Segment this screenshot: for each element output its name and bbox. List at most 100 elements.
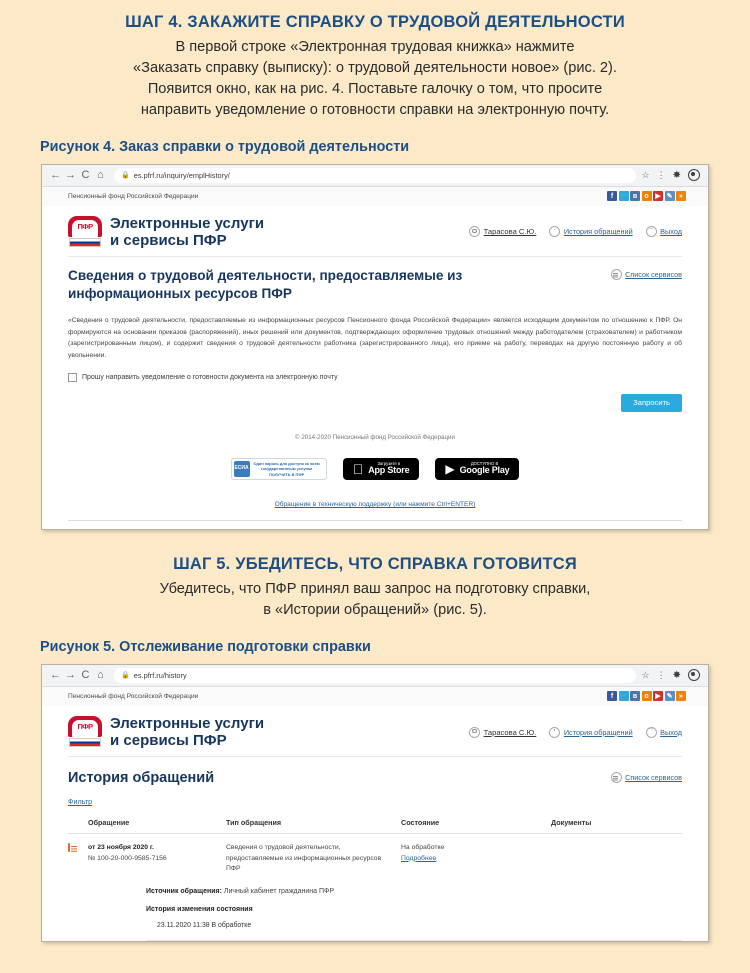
rss-icon[interactable]: » [676, 691, 686, 702]
row-details-link[interactable]: Подробнее [401, 854, 436, 865]
clock-icon [549, 226, 561, 238]
history-link[interactable]: История обращений [549, 226, 633, 238]
back-icon[interactable]: ← [48, 669, 63, 681]
home-icon[interactable]: ⌂ [93, 169, 108, 181]
youtube-icon[interactable]: ▶ [653, 191, 663, 202]
menu-icon [610, 772, 622, 784]
brand-title-line-1: Электронные услуги [110, 214, 265, 232]
bookmark-star-icon[interactable]: ☆ [642, 670, 650, 681]
table-header-documents: Документы [551, 818, 682, 835]
services-list-label: Список сервисов [625, 270, 682, 280]
google-play-badge[interactable]: ▶ ДОСТУПНО В Google Play [435, 457, 520, 481]
logout-link[interactable]: Выход [645, 225, 682, 238]
services-list-link[interactable]: Список сервисов [610, 267, 682, 281]
rss-icon[interactable]: » [676, 191, 686, 202]
address-bar-url: es.pfrf.ru/inquiry/emplHistory/ [133, 170, 230, 180]
logout-link-label: Выход [660, 227, 682, 237]
table-header-obrashenie: Обращение [88, 818, 226, 835]
step-5-line-1: Убедитесь, что ПФР принял ваш запрос на … [159, 580, 591, 597]
vk-icon[interactable]: в [630, 191, 640, 202]
profile-avatar-icon[interactable] [688, 169, 700, 182]
history-link-label: История обращений [563, 727, 633, 737]
table-header-row: Обращение Тип обращения Состояние Докуме… [68, 818, 682, 835]
support-link[interactable]: Обращение в техническую поддержку (или н… [275, 501, 476, 508]
support-row: Обращение в техническую поддержку (или н… [68, 480, 682, 520]
footer-rule [68, 520, 682, 522]
detail-history-heading: История изменения состояния [146, 905, 253, 913]
back-icon[interactable]: ← [48, 169, 63, 181]
logout-link[interactable]: Выход [645, 725, 682, 738]
brand-block-2: Электронные услуги и сервисы ПФР [68, 715, 264, 750]
twitter-icon[interactable]: 🐦 [618, 691, 629, 702]
livejournal-icon[interactable]: ✎ [664, 191, 675, 202]
user-links: Тарасова С.Ю. История обращений Выход [469, 225, 682, 238]
vk-icon[interactable]: в [630, 691, 640, 702]
chrome-toolbar-actions: ☆ ⋮ ✸ [642, 169, 702, 182]
app-store-badge[interactable]:  Загрузите в App Store [342, 457, 420, 481]
exit-icon [645, 725, 657, 738]
filter-link[interactable]: Фильтр [68, 797, 92, 806]
forward-icon[interactable]: → [63, 669, 78, 681]
email-notification-label: Прошу направить уведомление о готовности… [82, 374, 338, 382]
figure-4-caption: Рисунок 4. Заказ справки о трудовой деят… [40, 138, 410, 155]
row-document-icon-cell [68, 834, 88, 875]
email-notification-checkbox[interactable] [68, 373, 77, 383]
address-bar[interactable]: 🔒 es.pfrf.ru/inquiry/emplHistory/ [114, 167, 636, 183]
browser-chrome-toolbar-2: ← → C ⌂ 🔒 es.pfrf.ru/history ☆ ⋮ ✸ [42, 664, 708, 687]
user-links-2: Тарасова С.Ю. История обращений Выход [469, 725, 682, 738]
pfr-logo-icon [68, 716, 102, 748]
profile-avatar-icon[interactable] [688, 669, 700, 682]
extensions-icon[interactable]: ✸ [673, 170, 681, 181]
table-header-state: Состояние [401, 818, 551, 835]
esia-line-2: государственным услугам [261, 466, 313, 472]
user-account-link[interactable]: Тарасова С.Ю. [469, 226, 536, 238]
livejournal-icon[interactable]: ✎ [664, 691, 675, 702]
table-header-icon-col [68, 818, 88, 835]
services-list-link-2[interactable]: Список сервисов [610, 770, 682, 784]
site-topbar-label-2: Пенсионный фонд Российской Федерации [68, 692, 199, 700]
user-account-link[interactable]: Тарасова С.Ю. [469, 726, 536, 738]
figure-5-browser-window: ← → C ⌂ 🔒 es.pfrf.ru/history ☆ ⋮ ✸ Пенси… [41, 663, 709, 942]
bookmark-star-icon[interactable]: ☆ [642, 170, 650, 181]
russian-flag-icon [69, 237, 101, 247]
facebook-icon[interactable]: f [607, 191, 617, 202]
notification-dot-icon: ⋮ [656, 169, 666, 180]
page-root: ШАГ 4. ЗАКАЖИТЕ СПРАВКУ О ТРУДОВОЙ ДЕЯТЕ… [0, 0, 750, 973]
address-bar-2[interactable]: 🔒 es.pfrf.ru/history [114, 667, 636, 683]
facebook-icon[interactable]: f [607, 691, 617, 702]
row-state-cell: На обработке Подробнее [401, 834, 551, 875]
table-row[interactable]: от 23 ноября 2020 г. № 100-20-000-9585-7… [68, 834, 682, 875]
history-title-row: История обращений Фильтр Список сервисов [68, 757, 682, 809]
table-header-type: Тип обращения [226, 818, 401, 835]
person-icon [469, 226, 481, 238]
twitter-icon[interactable]: 🐦 [618, 191, 629, 202]
lock-icon: 🔒 [121, 172, 130, 180]
step-4-line-4: направить уведомление о готовности справ… [140, 101, 610, 118]
esia-badge[interactable]: ЕСИА Один пароль для доступа ко всем гос… [230, 457, 327, 480]
google-play-icon: ▶ [440, 461, 454, 476]
home-icon[interactable]: ⌂ [93, 669, 108, 681]
odnoklassniki-icon[interactable]: o [641, 691, 652, 702]
brand-title-line-2: и сервисы ПФР [110, 732, 227, 750]
step-5-title: ШАГ 5. УБЕДИТЕСЬ, ЧТО СПРАВКА ГОТОВИТСЯ [173, 555, 577, 574]
address-bar-url-2: es.pfrf.ru/history [133, 670, 187, 680]
extensions-icon[interactable]: ✸ [673, 670, 681, 681]
email-notification-checkbox-row[interactable]: Прошу направить уведомление о готовности… [68, 373, 682, 383]
notification-dot-icon: ⋮ [656, 669, 666, 680]
menu-icon [610, 269, 622, 281]
site-footer: © 2014-2020 Пенсионный фонд Российской Ф… [68, 412, 682, 522]
logout-link-label: Выход [660, 727, 682, 737]
history-link[interactable]: История обращений [549, 726, 633, 738]
youtube-icon[interactable]: ▶ [653, 691, 663, 702]
forward-icon[interactable]: → [63, 169, 78, 181]
row-date: от 23 ноября 2020 г. [88, 844, 154, 852]
odnoklassniki-icon[interactable]: o [641, 191, 652, 202]
submit-row: Запросить [68, 394, 682, 412]
request-button[interactable]: Запросить [621, 394, 682, 412]
reload-icon[interactable]: C [78, 669, 93, 681]
esia-badge-text: Один пароль для доступа ко всем государс… [254, 461, 320, 477]
apple-icon:  [353, 462, 364, 476]
brand-title-2: Электронные услуги и сервисы ПФР [110, 715, 264, 750]
reload-icon[interactable]: C [78, 169, 93, 181]
row-obrashenie-cell: от 23 ноября 2020 г. № 100-20-000-9585-7… [88, 834, 226, 875]
